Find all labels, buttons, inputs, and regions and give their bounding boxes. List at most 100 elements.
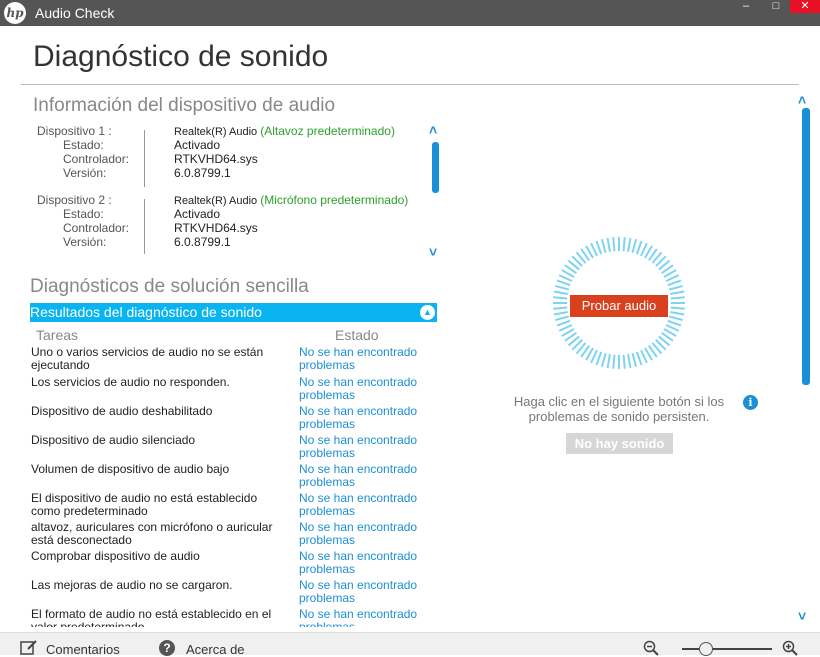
zoom-slider-track[interactable] <box>682 648 772 650</box>
ring-tick <box>635 240 643 255</box>
task-status-link[interactable]: No se han encontrado problemas <box>299 405 429 431</box>
ring-tick <box>558 274 573 282</box>
task-row: Dispositivo de audio deshabilitado No se … <box>31 405 431 434</box>
device-1: Dispositivo 1 : Estado: Controlador: Ver… <box>21 124 451 194</box>
task-row: Comprobar dispositivo de audio No se han … <box>31 550 431 579</box>
task-status-link[interactable]: No se han encontrado problemas <box>299 521 429 547</box>
task-status-link[interactable]: No se han encontrado problemas <box>299 376 429 402</box>
ring-tick <box>554 315 570 322</box>
footer-bar: Comentarios ? Acerca de <box>0 632 820 657</box>
page-scroll-up-icon[interactable]: ˄ <box>798 92 806 108</box>
task-row: Dispositivo de audio silenciado No se han… <box>31 434 431 463</box>
task-row: Las mejoras de audio no se cargaron. No s… <box>31 579 431 608</box>
task-status-link[interactable]: No se han encontrado problemas <box>299 579 429 605</box>
results-label: Resultados del diagnóstico de sonido <box>30 304 262 320</box>
device-info-heading: Información del dispositivo de audio <box>33 95 336 116</box>
comment-icon[interactable] <box>20 639 38 655</box>
ring-tick <box>670 311 685 316</box>
task-name: El dispositivo de audio no está establec… <box>31 491 258 518</box>
no-sound-button[interactable]: No hay sonido <box>566 433 673 454</box>
close-button[interactable]: ✕ <box>790 0 820 13</box>
task-row: El dispositivo de audio no está establec… <box>31 492 431 521</box>
task-name: Comprobar dispositivo de audio <box>31 549 200 563</box>
ring-tick <box>627 237 632 252</box>
version-value: 6.0.8799.1 <box>174 166 231 180</box>
task-status-link[interactable]: No se han encontrado problemas <box>299 492 429 518</box>
device-label: Dispositivo 1 : <box>37 124 112 138</box>
task-status-link[interactable]: No se han encontrado problemas <box>299 463 429 489</box>
task-name: Dispositivo de audio deshabilitado <box>31 404 213 418</box>
ring-tick <box>558 324 573 332</box>
ring-tick <box>553 290 568 295</box>
ring-tick <box>631 238 638 254</box>
ring-tick <box>606 237 611 252</box>
minimize-button[interactable]: – <box>732 0 760 13</box>
results-header[interactable]: Resultados del diagnóstico de sonido ▲ <box>30 303 437 322</box>
ring-tick <box>556 279 571 287</box>
device-divider <box>144 199 145 254</box>
task-row: El formato de audio no está establecido … <box>31 607 431 628</box>
task-name: altavoz, auriculares con micrófono o aur… <box>31 520 273 547</box>
ring-tick <box>668 315 684 322</box>
page-scrollbar-thumb[interactable] <box>802 108 810 385</box>
info-icon[interactable]: i <box>743 395 758 410</box>
driver-value: RTKVHD64.sys <box>174 152 258 166</box>
ring-tick <box>667 319 682 327</box>
ring-tick <box>553 296 568 300</box>
ring-tick <box>622 237 626 252</box>
task-status-link[interactable]: No se han encontrado problemas <box>299 608 429 628</box>
ring-tick <box>606 354 611 369</box>
task-status-link[interactable]: No se han encontrado problemas <box>299 346 429 372</box>
tasks-column-header: Tareas <box>36 327 79 343</box>
device-scrollbar-thumb[interactable] <box>432 142 439 193</box>
task-name: Las mejoras de audio no se cargaron. <box>31 578 233 592</box>
about-link[interactable]: Acerca de <box>186 642 245 657</box>
ring-tick <box>635 351 643 366</box>
task-name: Volumen de dispositivo de audio bajo <box>31 462 230 476</box>
ring-tick <box>665 274 680 282</box>
ring-tick <box>553 306 568 310</box>
ring-tick <box>627 354 632 369</box>
page-scroll-down-icon[interactable]: ˅ <box>798 608 806 624</box>
ring-tick <box>640 349 648 364</box>
ring-tick <box>590 349 598 364</box>
task-name: Dispositivo de audio silenciado <box>31 433 196 447</box>
state-value: Activado <box>174 207 221 221</box>
app-title: Audio Check <box>35 5 115 21</box>
ring-tick <box>640 242 648 257</box>
version-value: 6.0.8799.1 <box>174 235 231 249</box>
task-status-link[interactable]: No se han encontrado problemas <box>299 434 429 460</box>
state-value: Activado <box>174 138 221 152</box>
driver-value: RTKVHD64.sys <box>174 221 258 235</box>
task-row: Uno o varios servicios de audio no se es… <box>31 346 431 375</box>
device-divider <box>144 130 145 187</box>
ring-tick <box>667 279 682 287</box>
ring-tick <box>554 284 570 291</box>
device-scroll-up-icon[interactable]: ˄ <box>429 122 437 138</box>
maximize-button[interactable]: □ <box>762 0 790 13</box>
state-label: Estado: <box>63 138 104 152</box>
ring-tick <box>595 240 603 255</box>
task-name: Uno o varios servicios de audio no se es… <box>31 346 264 372</box>
hp-logo-icon: hp <box>4 2 26 24</box>
title-bar: hp Audio Check – □ ✕ <box>0 0 820 26</box>
task-row: Los servicios de audio no responden. No s… <box>31 376 431 405</box>
ring-tick <box>600 238 607 254</box>
ring-tick <box>670 296 685 300</box>
ring-tick <box>612 237 616 252</box>
device-scroll-down-icon[interactable]: ˅ <box>429 244 437 260</box>
tasks-list: Uno o varios servicios de audio no se es… <box>31 346 431 627</box>
diagnostics-heading: Diagnósticos de solución sencilla <box>30 276 309 297</box>
ring-tick <box>622 354 626 369</box>
ring-tick <box>612 354 616 369</box>
task-status-link[interactable]: No se han encontrado problemas <box>299 550 429 576</box>
ring-tick <box>590 242 598 257</box>
task-name: El formato de audio no está establecido … <box>31 607 272 628</box>
ring-tick <box>595 351 603 366</box>
ring-tick <box>670 290 685 295</box>
test-audio-button[interactable]: Probar audio <box>570 295 668 317</box>
device-2: Dispositivo 2 : Estado: Controlador: Ver… <box>21 193 451 254</box>
comments-link[interactable]: Comentarios <box>46 642 120 657</box>
chevron-up-icon[interactable]: ▲ <box>420 305 435 320</box>
driver-label: Controlador: <box>63 221 130 235</box>
